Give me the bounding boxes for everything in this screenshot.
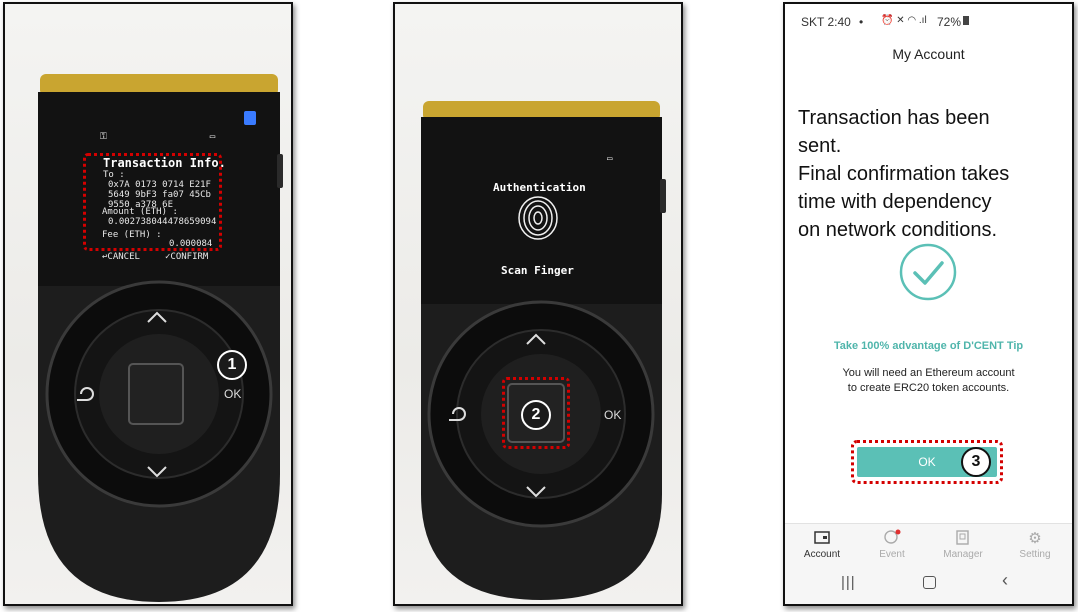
scan-finger-instruction: Scan Finger: [501, 264, 574, 277]
tab-label: Account: [803, 549, 841, 560]
device-body-illustration: [421, 101, 666, 600]
tab-label: Setting: [1019, 549, 1051, 560]
success-check-icon: [899, 243, 957, 301]
wallet-icon: [787, 529, 857, 549]
home-icon[interactable]: [923, 576, 936, 589]
cancel-softkey: ↩CANCEL: [102, 252, 140, 262]
device-battery-icon: ▭: [607, 154, 613, 164]
tab-account[interactable]: Account: [787, 524, 857, 560]
manager-icon: [928, 529, 998, 549]
status-dot: •: [859, 15, 864, 29]
confirmation-message: Transaction has been sent. Final confirm…: [798, 104, 1009, 244]
gear-icon: ⚙: [1028, 530, 1042, 547]
carrier-time: SKT 2:40: [801, 15, 851, 29]
system-nav-bar: ||| ‹: [785, 562, 1072, 604]
device-body-illustration: [38, 74, 283, 602]
tab-setting[interactable]: ⚙ Setting: [1000, 524, 1070, 560]
status-icons: ⏰ ✕ ◠ .ıl: [881, 15, 927, 26]
tab-label: Manager: [943, 549, 983, 560]
page-title: My Account: [892, 46, 965, 62]
message-line: Transaction has been: [798, 107, 990, 129]
tab-label: Event: [879, 549, 905, 560]
ok-button[interactable]: OK: [224, 387, 241, 401]
status-bar: SKT 2:40 • ⏰ ✕ ◠ .ıl 72%: [785, 4, 1072, 30]
device-photo-panel-authentication: ▭ Authentication Scan Finger OK 2: [393, 2, 683, 606]
tip-text: You will need an Ethereum account to cre…: [785, 366, 1072, 396]
tab-manager[interactable]: Manager: [928, 524, 998, 560]
message-line: on network conditions.: [798, 219, 998, 241]
device-photo-panel-transaction: ⚿ ▭ Transaction Info. To : 0x7A 0173 071…: [3, 2, 293, 606]
tab-event[interactable]: Event: [857, 524, 927, 560]
battery-icon: [963, 16, 969, 25]
back-icon[interactable]: ‹: [1002, 570, 1008, 591]
recent-apps-icon[interactable]: |||: [841, 574, 856, 591]
step-badge-2: 2: [521, 400, 551, 430]
battery-level: 72%: [937, 15, 962, 29]
step-badge-3: 3: [961, 447, 991, 477]
message-line: time with dependency: [798, 191, 992, 213]
tip-line: to create ERC20 token accounts.: [847, 382, 1010, 394]
screen-title: Authentication: [493, 181, 586, 194]
ok-button[interactable]: OK: [604, 408, 621, 422]
step-badge-1: 1: [217, 350, 247, 380]
confirm-softkey: ✓CONFIRM: [165, 252, 209, 262]
phone-screenshot-panel: SKT 2:40 • ⏰ ✕ ◠ .ıl 72% My Account Tran…: [783, 2, 1074, 606]
bottom-tab-bar: Account Event Manager ⚙ Setting: [785, 523, 1072, 566]
event-icon: [857, 529, 927, 549]
tip-title[interactable]: Take 100% advantage of D'CENT Tip: [785, 340, 1072, 352]
device-status-icons: ⚿ ▭: [100, 132, 216, 142]
message-line: Final confirmation takes: [798, 163, 1010, 185]
message-line: sent.: [798, 135, 842, 157]
tip-line: You will need an Ethereum account: [842, 367, 1015, 379]
transaction-info-highlight: [83, 153, 222, 251]
